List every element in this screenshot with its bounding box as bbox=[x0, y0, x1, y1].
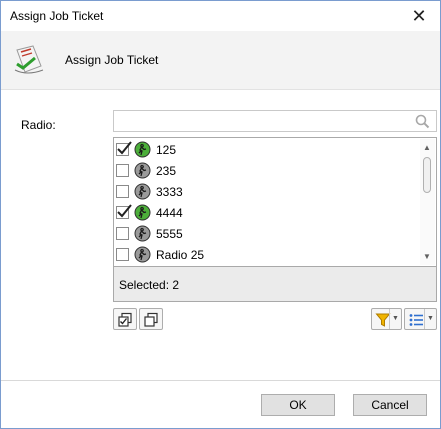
cancel-button[interactable]: Cancel bbox=[353, 394, 427, 416]
radio-search-input[interactable] bbox=[118, 112, 412, 132]
checkbox[interactable] bbox=[116, 248, 129, 261]
list-item[interactable]: 235 bbox=[116, 161, 416, 181]
checkmark-icon bbox=[117, 204, 132, 218]
scroll-up-icon[interactable]: ▲ bbox=[423, 143, 431, 152]
radio-unavailable-icon bbox=[134, 162, 151, 179]
dialog-header: Assign Job Ticket bbox=[1, 31, 440, 90]
list-view-icon bbox=[409, 314, 423, 326]
selection-status-bar: Selected: 2 bbox=[113, 266, 437, 302]
checkbox[interactable] bbox=[116, 204, 132, 219]
radio-unavailable-icon bbox=[134, 183, 151, 200]
list-item-label: Radio 25 bbox=[156, 248, 205, 262]
radio-available-icon bbox=[134, 141, 151, 158]
deselect-all-button[interactable] bbox=[139, 308, 163, 330]
list-item-label: 125 bbox=[156, 143, 177, 157]
list-item-label: 235 bbox=[156, 164, 177, 178]
assign-ticket-icon bbox=[14, 45, 44, 74]
radio-label: Radio: bbox=[21, 118, 56, 132]
assign-job-ticket-dialog: Assign Job Ticket ✕ Assign Job Ticket Ra… bbox=[0, 0, 441, 429]
checkbox[interactable] bbox=[116, 185, 129, 198]
search-icon bbox=[415, 114, 430, 129]
checkbox[interactable] bbox=[116, 164, 129, 177]
radio-available-icon bbox=[134, 204, 151, 221]
close-icon[interactable]: ✕ bbox=[404, 3, 434, 29]
header-title: Assign Job Ticket bbox=[65, 53, 159, 67]
list-item[interactable]: 3333 bbox=[116, 182, 416, 202]
deselect-all-icon bbox=[144, 312, 158, 327]
footer-divider bbox=[1, 380, 440, 381]
list-item[interactable]: 5555 bbox=[116, 224, 416, 244]
window-title: Assign Job Ticket bbox=[10, 9, 104, 23]
radio-unavailable-icon bbox=[134, 225, 151, 242]
list-scrollbar[interactable]: ▲ ▼ bbox=[420, 139, 435, 265]
checkmark-icon bbox=[117, 141, 132, 155]
list-item[interactable]: 125 bbox=[116, 140, 416, 160]
title-bar: Assign Job Ticket ✕ bbox=[1, 1, 440, 31]
ok-button[interactable]: OK bbox=[261, 394, 335, 416]
list-view-button[interactable]: ▼ bbox=[404, 308, 437, 330]
list-item[interactable]: 4444 bbox=[116, 203, 416, 223]
scroll-thumb[interactable] bbox=[423, 157, 431, 193]
select-all-button[interactable] bbox=[113, 308, 137, 330]
radio-search-field[interactable] bbox=[113, 110, 437, 132]
list-item[interactable]: Radio 25 bbox=[116, 245, 416, 265]
checkbox[interactable] bbox=[116, 141, 132, 156]
select-all-icon bbox=[118, 312, 132, 327]
radio-unavailable-icon bbox=[134, 246, 151, 263]
checkbox[interactable] bbox=[116, 227, 129, 240]
radio-list[interactable]: 125 235 3333 4444 5555 Radio 25 ▲ ▼ bbox=[113, 137, 437, 266]
list-item-label: 5555 bbox=[156, 227, 183, 241]
selected-count: Selected: 2 bbox=[119, 278, 180, 292]
view-dropdown-icon[interactable]: ▼ bbox=[424, 309, 436, 329]
list-item-label: 4444 bbox=[156, 206, 183, 220]
filter-button[interactable]: ▼ bbox=[371, 308, 402, 330]
filter-dropdown-icon[interactable]: ▼ bbox=[389, 309, 401, 329]
list-item-label: 3333 bbox=[156, 185, 183, 199]
scroll-down-icon[interactable]: ▼ bbox=[423, 252, 431, 261]
